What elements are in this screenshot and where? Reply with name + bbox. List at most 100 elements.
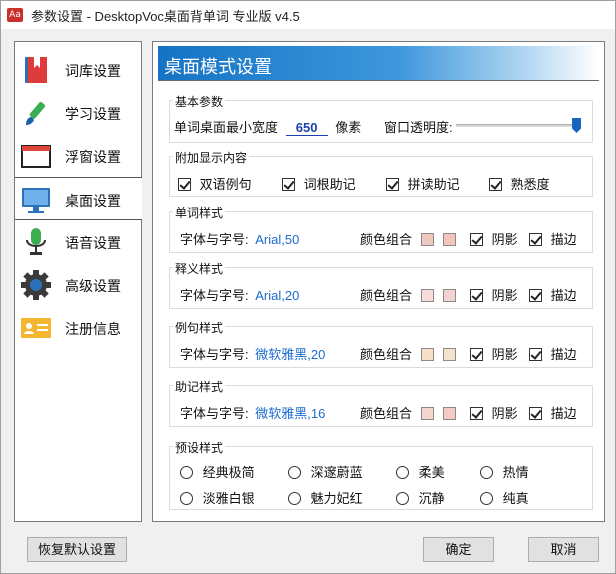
- window-title: 参数设置 - DesktopVoc桌面背单词 专业版 v4.5: [31, 8, 300, 24]
- color-swatch-1[interactable]: [420, 348, 434, 361]
- definition-style-group: 释义样式 字体与字号: Arial,20 颜色组合 阴影 描边: [169, 260, 593, 309]
- option-spelling-mnemonics[interactable]: 拼读助记: [386, 174, 460, 193]
- checkbox[interactable]: [529, 289, 542, 302]
- word-style-group: 单词样式 字体与字号: Arial,50 颜色组合 阴影 描边: [169, 204, 593, 253]
- option-label: 沉静: [418, 491, 445, 506]
- checkbox[interactable]: [529, 348, 542, 361]
- preset-passionate[interactable]: 热情: [480, 462, 529, 481]
- sidebar-item-vocabulary[interactable]: 词库设置: [15, 48, 141, 91]
- font-value-link[interactable]: Arial,50: [255, 232, 299, 247]
- color-swatch-2[interactable]: [443, 289, 457, 302]
- group-title: 单词样式: [173, 204, 226, 221]
- font-value-link[interactable]: 微软雅黑,20: [255, 347, 325, 362]
- font-value-link[interactable]: Arial,20: [255, 288, 299, 303]
- checkbox[interactable]: [178, 178, 191, 191]
- checkbox[interactable]: [470, 348, 483, 361]
- color-swatch-2[interactable]: [443, 407, 457, 420]
- min-width-input[interactable]: 650: [285, 121, 328, 136]
- color-combo-label: 颜色组合: [360, 232, 413, 247]
- restore-defaults-button[interactable]: 恢复默认设置: [27, 537, 127, 562]
- group-title: 助记样式: [173, 378, 226, 395]
- checkbox[interactable]: [282, 178, 295, 191]
- font-label: 字体与字号:: [180, 406, 249, 421]
- option-label: 淡雅白银: [202, 491, 255, 506]
- monitor-icon: [22, 188, 50, 213]
- opacity-slider-thumb[interactable]: [572, 118, 582, 133]
- outline-option[interactable]: 描边: [529, 285, 577, 304]
- color-swatch-2[interactable]: [443, 348, 457, 361]
- checkbox[interactable]: [470, 233, 483, 246]
- shadow-option[interactable]: 阴影: [470, 344, 518, 363]
- sidebar-item-voice[interactable]: 语音设置: [15, 220, 141, 263]
- option-label: 阴影: [491, 288, 518, 303]
- option-label: 描边: [550, 406, 577, 421]
- color-swatch-1[interactable]: [420, 407, 434, 420]
- radio-button[interactable]: [288, 492, 301, 505]
- option-label: 柔美: [418, 465, 445, 480]
- ok-button[interactable]: 确定: [423, 537, 494, 562]
- preset-calm[interactable]: 沉静: [396, 488, 445, 507]
- option-label: 描边: [550, 347, 577, 362]
- radio-button[interactable]: [180, 492, 193, 505]
- option-bilingual-examples[interactable]: 双语例句: [178, 174, 252, 193]
- checkbox[interactable]: [529, 407, 542, 420]
- panel-title: 桌面模式设置: [164, 57, 272, 77]
- checkbox[interactable]: [489, 178, 502, 191]
- color-swatch-2[interactable]: [443, 233, 457, 246]
- sidebar-item-floating-window[interactable]: 浮窗设置: [15, 134, 141, 177]
- font-value-link[interactable]: 微软雅黑,16: [255, 406, 325, 421]
- radio-button[interactable]: [396, 492, 409, 505]
- sidebar-item-study[interactable]: 学习设置: [15, 91, 141, 134]
- opacity-slider[interactable]: [456, 124, 579, 127]
- preset-innocent[interactable]: 纯真: [480, 488, 529, 507]
- basic-params-group: 基本参数 单词桌面最小宽度 650 像素 窗口透明度:: [169, 93, 593, 143]
- checkbox[interactable]: [386, 178, 399, 191]
- cancel-button[interactable]: 取消: [528, 537, 599, 562]
- radio-button[interactable]: [396, 466, 409, 479]
- sidebar-item-label: 词库设置: [65, 63, 121, 79]
- option-label: 纯真: [502, 491, 529, 506]
- radio-button[interactable]: [288, 466, 301, 479]
- option-label: 阴影: [491, 232, 518, 247]
- option-label: 描边: [550, 232, 577, 247]
- preset-gentle[interactable]: 柔美: [396, 462, 445, 481]
- radio-button[interactable]: [480, 466, 493, 479]
- color-swatch-1[interactable]: [420, 289, 434, 302]
- microphone-icon: [26, 228, 46, 255]
- checkbox[interactable]: [470, 289, 483, 302]
- preset-classic-minimal[interactable]: 经典极简: [180, 462, 255, 481]
- settings-window: Aa 参数设置 - DesktopVoc桌面背单词 专业版 v4.5 词库设置 …: [0, 0, 616, 574]
- radio-button[interactable]: [180, 466, 193, 479]
- sidebar-item-label: 高级设置: [65, 278, 121, 294]
- group-title: 附加显示内容: [173, 149, 250, 166]
- checkbox[interactable]: [529, 233, 542, 246]
- example-style-group: 例句样式 字体与字号: 微软雅黑,20 颜色组合 阴影 描边: [169, 319, 593, 368]
- checkbox[interactable]: [470, 407, 483, 420]
- option-root-mnemonics[interactable]: 词根助记: [282, 174, 356, 193]
- outline-option[interactable]: 描边: [529, 403, 577, 422]
- color-swatch-1[interactable]: [420, 233, 434, 246]
- sidebar-item-registration[interactable]: 注册信息: [15, 306, 141, 349]
- option-familiarity[interactable]: 熟悉度: [489, 174, 550, 193]
- option-label: 词根助记: [303, 177, 356, 192]
- shadow-option[interactable]: 阴影: [470, 403, 518, 422]
- min-width-unit: 像素: [335, 120, 362, 135]
- option-label: 魅力妃红: [310, 491, 363, 506]
- radio-button[interactable]: [480, 492, 493, 505]
- shadow-option[interactable]: 阴影: [470, 229, 518, 248]
- preset-elegant-silver[interactable]: 淡雅白银: [180, 488, 255, 507]
- sidebar-item-desktop[interactable]: 桌面设置: [15, 177, 142, 220]
- shadow-option[interactable]: 阴影: [470, 285, 518, 304]
- preset-styles-group: 预设样式 经典极简 深邃蔚蓝 柔美 热情 淡雅白银 魅力妃红 沉静 纯真: [169, 439, 593, 510]
- outline-option[interactable]: 描边: [529, 344, 577, 363]
- font-label: 字体与字号:: [180, 232, 249, 247]
- outline-option[interactable]: 描边: [529, 229, 577, 248]
- group-title: 释义样式: [173, 260, 226, 277]
- preset-deep-azure[interactable]: 深邃蔚蓝: [288, 462, 363, 481]
- sidebar-item-label: 浮窗设置: [65, 149, 121, 165]
- sidebar-item-label: 学习设置: [65, 106, 121, 122]
- desktop-settings-panel: 桌面模式设置 基本参数 单词桌面最小宽度 650 像素 窗口透明度: 附加显示内…: [152, 41, 605, 522]
- color-combo-label: 颜色组合: [360, 288, 413, 303]
- sidebar-item-advanced[interactable]: 高级设置: [15, 263, 141, 306]
- preset-charm-red[interactable]: 魅力妃红: [288, 488, 363, 507]
